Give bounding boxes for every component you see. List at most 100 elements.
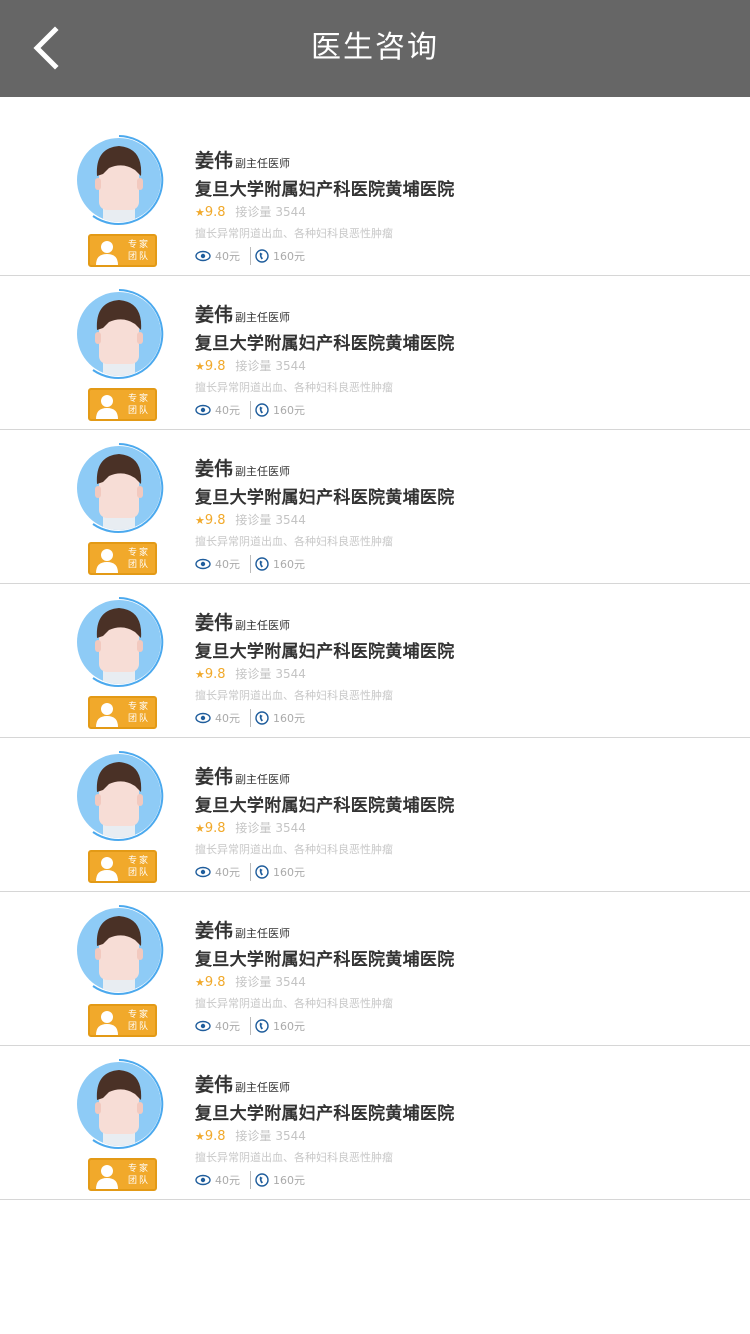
consult-count: 3544	[275, 821, 306, 835]
doctor-list: 专家 团队 姜伟 副主任医师 复旦大学附属妇产科医院黄埔医院 ★9.8 接诊量 35…	[0, 122, 750, 1200]
eye-icon	[195, 866, 211, 878]
badge-line-2: 团队	[127, 559, 150, 570]
star-icon: ★	[195, 360, 205, 373]
phone-icon	[255, 557, 269, 571]
divider	[250, 709, 251, 727]
phone-icon	[255, 249, 269, 263]
phone-icon	[255, 711, 269, 725]
star-icon: ★	[195, 976, 205, 989]
text-consult-price[interactable]: 40元	[195, 864, 240, 880]
text-consult-price[interactable]: 40元	[195, 248, 240, 264]
eye-icon	[195, 404, 211, 416]
divider	[250, 247, 251, 265]
expert-team-badge[interactable]: 专家 团队	[88, 234, 157, 267]
eye-icon	[195, 1174, 211, 1186]
doctor-list-item[interactable]: 专家 团队 姜伟 副主任医师 复旦大学附属妇产科医院黄埔医院 ★9.8 接诊量 35…	[0, 122, 750, 276]
badge-line-2: 团队	[127, 251, 150, 262]
expert-team-badge[interactable]: 专家 团队	[88, 388, 157, 421]
phone-consult-price[interactable]: 160元	[255, 1172, 305, 1188]
hospital-name: 复旦大学附属妇产科医院黄埔医院	[195, 642, 455, 662]
badge-line-1: 专家	[127, 1009, 150, 1020]
phone-price: 160元	[273, 404, 305, 417]
doctor-title: 副主任医师	[235, 157, 291, 170]
badge-line-1: 专家	[127, 547, 150, 558]
phone-price: 160元	[273, 1020, 305, 1033]
person-icon	[90, 544, 124, 573]
consult-label: 接诊量	[235, 821, 272, 835]
specialty-text: 擅长异常阴道出血、各种妇科良恶性肿瘤	[195, 843, 393, 856]
phone-price: 160元	[273, 712, 305, 725]
rating-score: 9.8	[204, 1129, 226, 1144]
text-consult-price[interactable]: 40元	[195, 556, 240, 572]
navbar: 医生咨询	[0, 0, 750, 97]
person-icon	[90, 698, 124, 727]
hospital-name: 复旦大学附属妇产科医院黄埔医院	[195, 796, 455, 816]
expert-team-badge[interactable]: 专家 团队	[88, 1158, 157, 1191]
specialty-text: 擅长异常阴道出血、各种妇科良恶性肿瘤	[195, 535, 393, 548]
doctor-name: 姜伟	[195, 920, 234, 942]
text-consult-price[interactable]: 40元	[195, 1018, 240, 1034]
avatar	[73, 750, 165, 842]
eye-icon	[195, 712, 211, 724]
avatar	[73, 1058, 165, 1150]
doctor-list-item[interactable]: 专家 团队 姜伟 副主任医师 复旦大学附属妇产科医院黄埔医院 ★9.8 接诊量 35…	[0, 430, 750, 584]
text-price: 40元	[215, 1174, 240, 1187]
divider	[250, 401, 251, 419]
consult-count: 3544	[275, 513, 306, 527]
badge-line-1: 专家	[127, 701, 150, 712]
consult-count: 3544	[275, 205, 306, 219]
text-price: 40元	[215, 558, 240, 571]
doctor-name: 姜伟	[195, 766, 234, 788]
text-consult-price[interactable]: 40元	[195, 1172, 240, 1188]
text-consult-price[interactable]: 40元	[195, 710, 240, 726]
avatar	[73, 288, 165, 380]
phone-price: 160元	[273, 558, 305, 571]
doctor-list-item[interactable]: 专家 团队 姜伟 副主任医师 复旦大学附属妇产科医院黄埔医院 ★9.8 接诊量 35…	[0, 276, 750, 430]
star-icon: ★	[195, 822, 205, 835]
text-price: 40元	[215, 1020, 240, 1033]
phone-icon	[255, 1019, 269, 1033]
text-price: 40元	[215, 712, 240, 725]
phone-consult-price[interactable]: 160元	[255, 864, 305, 880]
doctor-list-item[interactable]: 专家 团队 姜伟 副主任医师 复旦大学附属妇产科医院黄埔医院 ★9.8 接诊量 35…	[0, 1046, 750, 1200]
phone-price: 160元	[273, 250, 305, 263]
person-icon	[90, 852, 124, 881]
consult-label: 接诊量	[235, 359, 272, 373]
doctor-list-item[interactable]: 专家 团队 姜伟 副主任医师 复旦大学附属妇产科医院黄埔医院 ★9.8 接诊量 35…	[0, 892, 750, 1046]
rating-score: 9.8	[204, 205, 226, 220]
doctor-name: 姜伟	[195, 458, 234, 480]
page-title: 医生咨询	[311, 30, 439, 65]
phone-icon	[255, 865, 269, 879]
doctor-list-item[interactable]: 专家 团队 姜伟 副主任医师 复旦大学附属妇产科医院黄埔医院 ★9.8 接诊量 35…	[0, 738, 750, 892]
phone-consult-price[interactable]: 160元	[255, 402, 305, 418]
doctor-name: 姜伟	[195, 612, 234, 634]
doctor-title: 副主任医师	[235, 773, 291, 786]
phone-consult-price[interactable]: 160元	[255, 1018, 305, 1034]
consult-label: 接诊量	[235, 975, 272, 989]
text-consult-price[interactable]: 40元	[195, 402, 240, 418]
expert-team-badge[interactable]: 专家 团队	[88, 696, 157, 729]
phone-consult-price[interactable]: 160元	[255, 248, 305, 264]
doctor-avatar-icon	[77, 443, 164, 533]
phone-price: 160元	[273, 1174, 305, 1187]
phone-price: 160元	[273, 866, 305, 879]
expert-team-badge[interactable]: 专家 团队	[88, 542, 157, 575]
text-price: 40元	[215, 404, 240, 417]
text-price: 40元	[215, 250, 240, 263]
badge-line-2: 团队	[127, 867, 150, 878]
star-icon: ★	[195, 668, 205, 681]
doctor-list-item[interactable]: 专家 团队 姜伟 副主任医师 复旦大学附属妇产科医院黄埔医院 ★9.8 接诊量 35…	[0, 584, 750, 738]
badge-line-1: 专家	[127, 1163, 150, 1174]
badge-line-2: 团队	[127, 1021, 150, 1032]
star-icon: ★	[195, 514, 205, 527]
rating-score: 9.8	[204, 975, 226, 990]
phone-consult-price[interactable]: 160元	[255, 556, 305, 572]
expert-team-badge[interactable]: 专家 团队	[88, 850, 157, 883]
person-icon	[90, 390, 124, 419]
avatar	[73, 904, 165, 996]
specialty-text: 擅长异常阴道出血、各种妇科良恶性肿瘤	[195, 689, 393, 702]
expert-team-badge[interactable]: 专家 团队	[88, 1004, 157, 1037]
doctor-title: 副主任医师	[235, 465, 291, 478]
phone-consult-price[interactable]: 160元	[255, 710, 305, 726]
doctor-title: 副主任医师	[235, 619, 291, 632]
